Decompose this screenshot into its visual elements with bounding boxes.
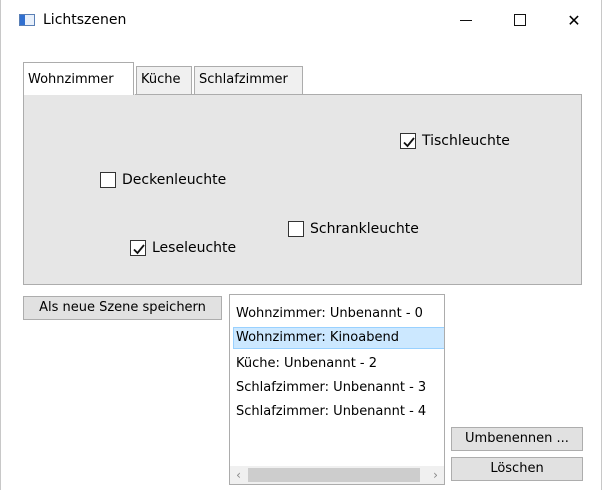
title-bar[interactable]: Lichtszenen ✕ <box>1 0 601 40</box>
tab-schlafzimmer[interactable]: Schlafzimmer <box>194 66 303 94</box>
rename-button[interactable]: Umbenennen ... <box>451 427 583 451</box>
checkbox-schrankleuchte[interactable]: Schrankleuchte <box>288 221 419 237</box>
checkbox-box <box>400 133 416 149</box>
checkbox-leseleuchte[interactable]: Leseleuchte <box>130 240 236 256</box>
scene-listbox[interactable]: Wohnzimmer: Unbenannt - 0 Wohnzimmer: Ki… <box>229 294 445 485</box>
scrollbar-thumb[interactable] <box>248 468 420 482</box>
list-item[interactable]: Wohnzimmer: Unbenannt - 0 <box>234 303 423 325</box>
app-icon <box>19 14 35 26</box>
checkbox-box <box>100 172 116 188</box>
window-title: Lichtszenen <box>43 12 127 28</box>
list-item[interactable]: Küche: Unbenannt - 2 <box>234 353 377 375</box>
minimize-icon <box>460 19 472 21</box>
tab-wohnzimmer[interactable]: Wohnzimmer <box>23 62 134 95</box>
minimize-button[interactable] <box>443 0 489 40</box>
checkbox-label: Schrankleuchte <box>310 221 419 237</box>
tab-kueche[interactable]: Küche <box>136 66 192 94</box>
checkbox-label: Leseleuchte <box>152 240 237 256</box>
checkbox-label: Deckenleuchte <box>122 172 227 188</box>
checkbox-deckenleuchte[interactable]: Deckenleuchte <box>100 172 226 188</box>
delete-button[interactable]: Löschen <box>451 457 583 481</box>
maximize-icon <box>514 14 526 26</box>
list-item-selected[interactable]: Wohnzimmer: Kinoabend <box>233 327 444 349</box>
maximize-button[interactable] <box>497 0 543 40</box>
checkbox-box <box>130 240 146 256</box>
horizontal-scrollbar[interactable]: ‹ › <box>230 466 444 484</box>
list-item[interactable]: Schlafzimmer: Unbenannt - 4 <box>234 401 426 423</box>
close-button[interactable]: ✕ <box>551 0 597 40</box>
check-icon <box>133 244 145 255</box>
scroll-left-icon[interactable]: ‹ <box>230 466 247 484</box>
checkbox-tischleuchte[interactable]: Tischleuchte <box>400 133 510 149</box>
save-scene-button[interactable]: Als neue Szene speichern <box>23 296 222 320</box>
checkbox-label: Tischleuchte <box>422 133 510 149</box>
main-window: Lichtszenen ✕ Wohnzimmer Küche Schlafzim… <box>0 0 602 490</box>
checkbox-box <box>288 221 304 237</box>
scroll-right-icon[interactable]: › <box>427 466 444 484</box>
list-item[interactable]: Schlafzimmer: Unbenannt - 3 <box>234 377 426 399</box>
room-panel: Tischleuchte Deckenleuchte Schrankleucht… <box>23 94 582 285</box>
close-icon: ✕ <box>567 10 581 30</box>
check-icon <box>403 137 415 148</box>
